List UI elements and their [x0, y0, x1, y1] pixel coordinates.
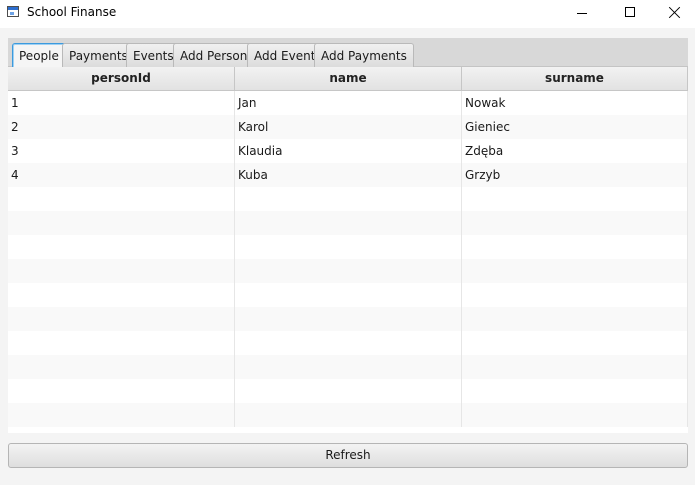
cell-personid: 4	[8, 163, 235, 187]
tab-payments[interactable]: Payments	[62, 43, 135, 67]
cell-surname: Nowak	[462, 91, 688, 115]
cell-personid	[8, 187, 235, 211]
cell-name: Karol	[235, 115, 462, 139]
maximize-icon	[625, 7, 635, 17]
cell-personid	[8, 235, 235, 259]
tab-add-event[interactable]: Add Event	[247, 43, 323, 67]
close-button[interactable]	[651, 0, 695, 28]
cell-personid	[8, 259, 235, 283]
empty-table-row	[8, 403, 688, 427]
cell-name	[235, 283, 462, 307]
minimize-icon	[577, 13, 587, 14]
refresh-button[interactable]: Refresh	[8, 443, 688, 468]
cell-name	[235, 355, 462, 379]
cell-surname	[462, 355, 688, 379]
cell-surname	[462, 331, 688, 355]
table-row[interactable]: 4 Kuba Grzyb	[8, 163, 688, 187]
cell-name: Jan	[235, 91, 462, 115]
cell-name	[235, 379, 462, 403]
cell-name	[235, 235, 462, 259]
empty-table-row	[8, 379, 688, 403]
cell-personid: 1	[8, 91, 235, 115]
cell-name: Kuba	[235, 163, 462, 187]
cell-surname	[462, 211, 688, 235]
cell-surname: Grzyb	[462, 163, 688, 187]
cell-personid: 3	[8, 139, 235, 163]
table-header: personId name surname	[8, 67, 688, 91]
tab-add-payments[interactable]: Add Payments	[314, 43, 414, 67]
cell-personid	[8, 211, 235, 235]
title-bar: School Finanse	[0, 0, 695, 28]
table-body: 1 Jan Nowak 2 Karol Gieniec 3 Klaudia Zdęba 4 Kuba…	[8, 91, 688, 427]
app-window-icon	[7, 6, 19, 17]
cell-surname	[462, 259, 688, 283]
column-header-name[interactable]: name	[235, 67, 462, 90]
cell-name: Klaudia	[235, 139, 462, 163]
tab-bar: People Payments Events Add Person Add Ev…	[8, 38, 688, 68]
empty-table-row	[8, 235, 688, 259]
cell-name	[235, 187, 462, 211]
cell-name	[235, 259, 462, 283]
cell-personid	[8, 283, 235, 307]
cell-personid	[8, 379, 235, 403]
cell-name	[235, 403, 462, 427]
empty-table-row	[8, 211, 688, 235]
empty-table-row	[8, 187, 688, 211]
cell-personid: 2	[8, 115, 235, 139]
table-row[interactable]: 3 Klaudia Zdęba	[8, 139, 688, 163]
window-title: School Finanse	[27, 5, 117, 19]
cell-personid	[8, 307, 235, 331]
cell-surname	[462, 379, 688, 403]
cell-personid	[8, 355, 235, 379]
maximize-button[interactable]	[607, 0, 653, 28]
cell-surname: Gieniec	[462, 115, 688, 139]
people-table[interactable]: personId name surname 1 Jan Nowak 2 Karol Gie…	[8, 67, 688, 433]
empty-table-row	[8, 283, 688, 307]
cell-surname	[462, 307, 688, 331]
cell-surname	[462, 283, 688, 307]
cell-surname: Zdęba	[462, 139, 688, 163]
empty-table-row	[8, 307, 688, 331]
empty-table-row	[8, 331, 688, 355]
cell-name	[235, 211, 462, 235]
column-header-personid[interactable]: personId	[8, 67, 235, 90]
cell-surname	[462, 403, 688, 427]
cell-surname	[462, 187, 688, 211]
minimize-button[interactable]	[557, 0, 603, 28]
cell-personid	[8, 403, 235, 427]
cell-name	[235, 331, 462, 355]
table-row[interactable]: 1 Jan Nowak	[8, 91, 688, 115]
tab-people[interactable]: People	[12, 43, 66, 68]
empty-table-row	[8, 355, 688, 379]
cell-name	[235, 307, 462, 331]
cell-personid	[8, 331, 235, 355]
column-header-surname[interactable]: surname	[462, 67, 688, 90]
close-icon	[668, 6, 681, 19]
table-row[interactable]: 2 Karol Gieniec	[8, 115, 688, 139]
empty-table-row	[8, 259, 688, 283]
cell-surname	[462, 235, 688, 259]
tab-add-person[interactable]: Add Person	[173, 43, 255, 67]
